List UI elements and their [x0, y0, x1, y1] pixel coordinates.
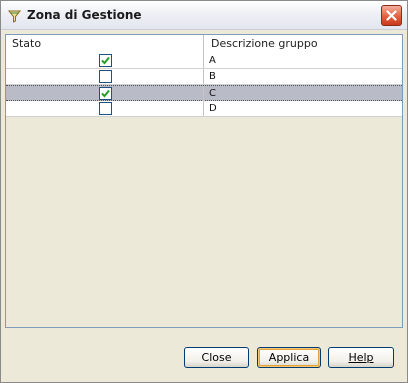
descrizione-cell: D	[209, 103, 217, 114]
help-button[interactable]: Help	[328, 347, 394, 368]
close-button[interactable]: Close	[184, 347, 249, 368]
descrizione-cell: C	[209, 88, 216, 99]
window-title: Zona di Gestione	[27, 8, 142, 22]
stato-cell	[6, 69, 204, 84]
table-row[interactable]: D	[6, 101, 402, 117]
table-row[interactable]: B	[6, 69, 402, 85]
table-row[interactable]: C	[6, 85, 402, 101]
checkmark-icon	[101, 56, 110, 65]
groups-table: Stato Descrizione gruppo ABCD	[5, 34, 403, 328]
descrizione-cell: A	[209, 55, 216, 66]
checkbox-unchecked[interactable]	[99, 102, 112, 115]
column-header-descrizione[interactable]: Descrizione gruppo	[204, 35, 402, 53]
stato-cell	[6, 53, 204, 68]
checkbox-checked[interactable]	[99, 54, 112, 67]
checkbox-unchecked[interactable]	[99, 70, 112, 83]
title-bar[interactable]: Zona di Gestione	[1, 1, 407, 30]
close-window-button[interactable]	[381, 5, 402, 26]
apply-button[interactable]: Applica	[257, 347, 321, 368]
table-header: Stato Descrizione gruppo	[6, 35, 402, 54]
stato-cell	[6, 101, 204, 116]
descrizione-cell: B	[209, 71, 216, 82]
dialog-window: Zona di Gestione Stato Descrizione grupp…	[0, 0, 408, 383]
checkbox-checked[interactable]	[99, 87, 112, 100]
checkmark-icon	[101, 89, 110, 98]
funnel-icon	[7, 8, 22, 23]
column-header-stato[interactable]: Stato	[6, 35, 204, 53]
stato-cell	[6, 86, 204, 101]
table-row[interactable]: A	[6, 53, 402, 69]
